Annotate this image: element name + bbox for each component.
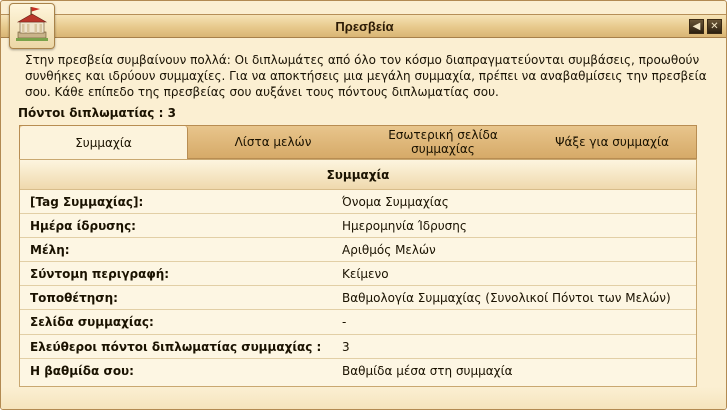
intro-text: Στην πρεσβεία συμβαίνουν πολλά: Οι διπλω… [25,53,707,99]
embassy-building-icon [9,3,55,49]
row-value: Ημερομηνία Ίδρυσης [342,219,467,234]
tab-search-alliance-label: Ψάξε για συμμαχία [555,135,669,149]
row-label: Ελεύθεροι πόντοι διπλωματίας συμμαχίας : [30,339,322,354]
table-row: Ημέρα ίδρυσης: Ημερομηνία Ίδρυσης [20,214,696,239]
row-value: - [342,315,347,330]
diplomacy-points-value: 3 [167,106,176,120]
row-label: Σύντομη περιγραφή: [30,267,170,282]
tab-bar: Συμμαχία Λίστα μελών Εσωτερική σελίδα συ… [19,125,697,160]
alliance-panel: Συμμαχία [Tag Συμμαχίας]: Όνομα Συμμαχία… [19,159,697,387]
window-bottom-edge [1,387,726,409]
row-value: Κείμενο [342,267,389,282]
table-row: Σελίδα συμμαχίας: - [20,310,696,335]
tab-search-alliance[interactable]: Ψάξε για συμμαχία [528,126,696,158]
window-titlebar[interactable]: Πρεσβεία ◀ ✕ [1,14,726,38]
tab-alliance[interactable]: Συμμαχία [20,126,188,160]
row-value: Αριθμός Μελών [342,243,436,258]
row-label: Μέλη: [30,243,70,258]
row-value: Βαθμολογία Συμμαχίας (Συνολικοί Πόντοι τ… [342,291,671,306]
table-row: Ελεύθεροι πόντοι διπλωματίας συμμαχίας :… [20,335,696,359]
diplomacy-points: Πόντοι διπλωματίας : 3 [18,106,176,120]
table-row: [Tag Συμμαχίας]: Όνομα Συμμαχίας [20,190,696,215]
embassy-window: Πρεσβεία ◀ ✕ Στην πρεσβεία συμβαίνουν πο… [0,0,727,410]
close-icon[interactable]: ✕ [707,19,722,34]
row-label: [Tag Συμμαχίας]: [30,195,144,209]
row-label: Σελίδα συμμαχίας: [30,315,154,330]
tab-internal-alliance-page-label: Εσωτερική σελίδα συμμαχίας [388,128,498,156]
table-row: Σύντομη περιγραφή: Κείμενο [20,262,696,287]
alliance-heading: Συμμαχία [20,160,696,190]
table-row: Μέλη: Αριθμός Μελών [20,238,696,263]
row-label: Ημέρα ίδρυσης: [30,219,136,234]
row-label: Η βαθμίδα σου: [30,363,134,378]
row-value: Όνομα Συμμαχίας [342,195,449,209]
table-row: Τοποθέτηση: Βαθμολογία Συμμαχίας (Συνολι… [20,286,696,311]
tab-member-list-label: Λίστα μελών [234,135,312,149]
arrow-left-icon[interactable]: ◀ [689,19,704,34]
tab-member-list[interactable]: Λίστα μελών [188,126,358,158]
row-label: Τοποθέτηση: [30,291,118,306]
window-title: Πρεσβεία [335,19,394,34]
row-value: Βαθμίδα μέσα στη συμμαχία [342,363,513,378]
diplomacy-points-label: Πόντοι διπλωματίας : [18,106,164,120]
table-row: Η βαθμίδα σου: Βαθμίδα μέσα στη συμμαχία [20,359,696,383]
tab-alliance-label: Συμμαχία [75,136,132,150]
tab-internal-alliance-page[interactable]: Εσωτερική σελίδα συμμαχίας [358,126,528,158]
row-value: 3 [342,339,350,354]
